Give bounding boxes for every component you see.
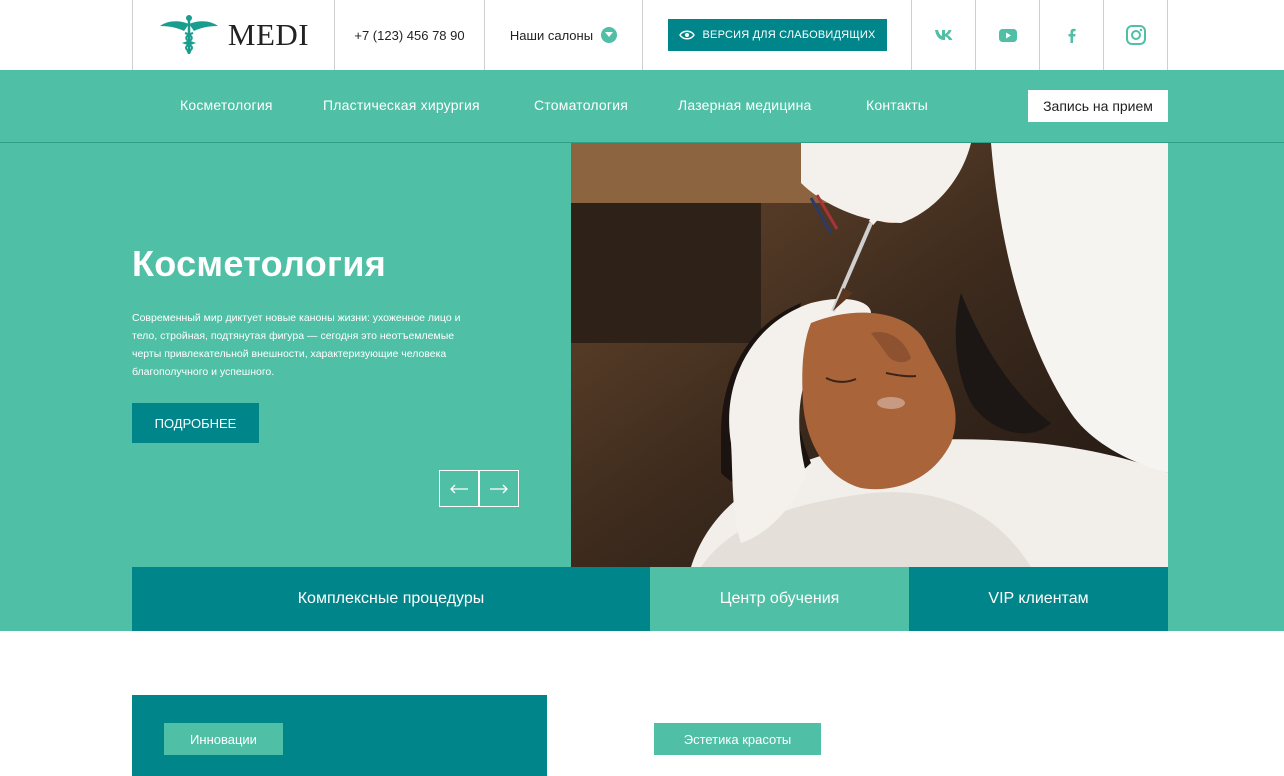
slider-prev-button[interactable]	[439, 470, 479, 507]
youtube-link[interactable]	[975, 0, 1039, 70]
salons-dropdown[interactable]: Наши салоны	[484, 0, 642, 70]
accessibility-button[interactable]: ВЕРСИЯ ДЛЯ СЛАБОВИДЯЩИХ	[667, 19, 887, 51]
eye-icon	[678, 30, 695, 40]
facebook-link[interactable]	[1039, 0, 1103, 70]
nav-item-contacts[interactable]: Контакты	[866, 97, 928, 113]
hero-title: Косметология	[132, 243, 387, 284]
salons-label: Наши салоны	[509, 27, 594, 43]
arrow-left-icon	[450, 484, 468, 493]
tag-innovations[interactable]: Инновации	[164, 723, 283, 755]
more-button[interactable]: ПОДРОБНЕЕ	[132, 403, 259, 443]
hero-image	[571, 143, 1168, 567]
book-appointment-button[interactable]: Запись на прием	[1028, 90, 1168, 122]
logo-text: MEDI	[227, 17, 310, 52]
accessibility-label: ВЕРСИЯ ДЛЯ СЛАБОВИДЯЩИХ	[702, 29, 876, 41]
tab-vip-clients[interactable]: VIP клиентам	[909, 567, 1168, 631]
service-tabs: Комплексные процедуры Центр обучения VIP…	[132, 567, 1168, 631]
vk-icon	[934, 30, 952, 40]
instagram-icon	[1125, 25, 1146, 45]
caduceus-icon	[159, 15, 218, 54]
tab-complex-procedures[interactable]: Комплексные процедуры	[132, 567, 650, 631]
nav-item-cosmetology[interactable]: Косметология	[180, 97, 273, 113]
accessibility-cell: ВЕРСИЯ ДЛЯ СЛАБОВИДЯЩИХ	[642, 0, 911, 70]
main-nav: Косметология Пластическая хирургия Стома…	[0, 70, 1284, 143]
top-bar: MEDI +7 (123) 456 78 90 Наши салоны ВЕРС…	[0, 0, 1284, 70]
hero-section: Косметология Современный мир диктует нов…	[0, 143, 1284, 631]
nav-item-plastic-surgery[interactable]: Пластическая хирургия	[323, 97, 480, 113]
instagram-link[interactable]	[1103, 0, 1168, 70]
nav-item-dentistry[interactable]: Стоматология	[534, 97, 628, 113]
facebook-icon	[1068, 28, 1076, 43]
nav-item-laser-medicine[interactable]: Лазерная медицина	[678, 97, 812, 113]
facial-mask-photo	[571, 143, 1168, 567]
slider-next-button[interactable]	[479, 470, 519, 507]
tab-training-center[interactable]: Центр обучения	[650, 567, 909, 631]
chevron-down-icon	[601, 27, 618, 43]
phone-number[interactable]: +7 (123) 456 78 90	[334, 0, 484, 70]
arrow-right-icon	[490, 484, 508, 493]
vk-link[interactable]	[911, 0, 975, 70]
tag-beauty-aesthetics[interactable]: Эстетика красоты	[654, 723, 821, 755]
logo[interactable]: MEDI	[132, 0, 334, 70]
hero-description: Современный мир диктует новые каноны жиз…	[132, 312, 461, 378]
youtube-icon	[998, 28, 1017, 42]
